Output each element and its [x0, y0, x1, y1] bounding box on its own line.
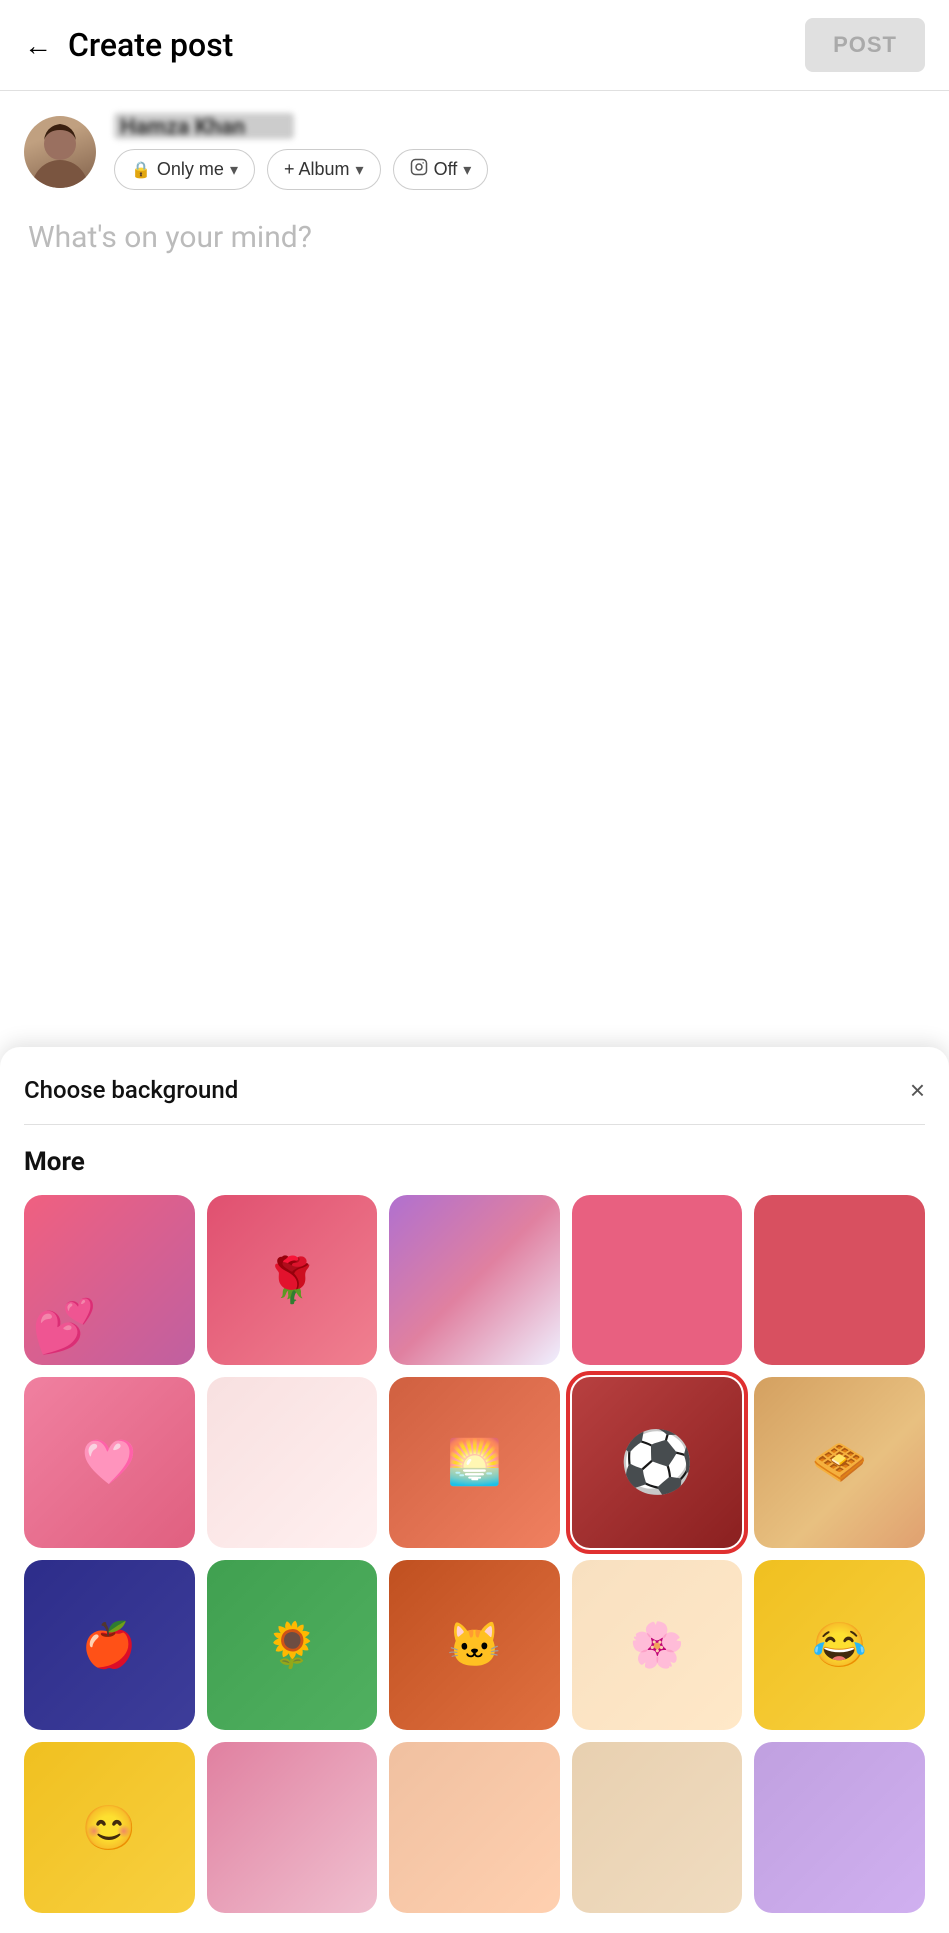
bg-emoji-soccer: ⚽ — [620, 1427, 695, 1498]
album-chevron-icon: ▾ — [356, 160, 364, 180]
back-button[interactable]: ← — [24, 29, 52, 62]
background-item-peach[interactable] — [389, 1742, 560, 1913]
panel-title: Choose background — [24, 1076, 238, 1104]
user-row: Hamza Khan 🔒 Only me ▾ + Album ▾ — [0, 91, 949, 200]
app-header: ← Create post POST — [0, 0, 949, 91]
background-item-stripes[interactable] — [389, 1195, 560, 1366]
background-item-laughing[interactable]: 😂 — [754, 1560, 925, 1731]
background-item-apple[interactable]: 🍎 — [24, 1560, 195, 1731]
background-item-sunset[interactable]: 🌅 — [389, 1377, 560, 1548]
background-item-hearts[interactable]: 💕 — [24, 1195, 195, 1366]
background-grid: 💕 🌹 🩷 🌅 ⚽ 🧇 🍎 🌻 🐱 🌸 😂 😊 — [24, 1195, 925, 1933]
bg-emoji-laughing: 😂 — [812, 1619, 867, 1671]
instagram-button[interactable]: Off ▾ — [393, 149, 489, 190]
background-item-smile[interactable]: 😊 — [24, 1742, 195, 1913]
bg-emoji-floral: 🌸 — [630, 1619, 685, 1671]
privacy-button[interactable]: 🔒 Only me ▾ — [114, 149, 255, 190]
bg-emoji-sunset: 🌅 — [447, 1436, 502, 1488]
bg-emoji-cat: 🐱 — [447, 1619, 502, 1671]
background-item-floral[interactable]: 🌸 — [572, 1560, 743, 1731]
bg-emoji-rose: 🌹 — [264, 1254, 319, 1306]
background-item-purple-swirl[interactable] — [754, 1742, 925, 1913]
avatar-svg — [24, 116, 96, 188]
bg-emoji-yellow-flower: 🌻 — [264, 1619, 319, 1671]
instagram-icon — [410, 158, 428, 181]
user-name: Hamza Khan — [114, 113, 294, 139]
bg-emoji-pink-heart2: 🩷 — [82, 1436, 137, 1488]
bg-emoji-tan-waffle: 🧇 — [812, 1436, 867, 1488]
instagram-label: Off — [434, 159, 458, 180]
background-item-cat[interactable]: 🐱 — [389, 1560, 560, 1731]
user-meta: Hamza Khan 🔒 Only me ▾ + Album ▾ — [114, 113, 488, 190]
lock-icon: 🔒 — [131, 160, 151, 180]
background-item-rose[interactable]: 🌹 — [207, 1195, 378, 1366]
background-item-soccer[interactable]: ⚽ — [572, 1377, 743, 1548]
album-label: + Album — [284, 159, 350, 180]
background-item-pink-heart2[interactable]: 🩷 — [24, 1377, 195, 1548]
album-button[interactable]: + Album ▾ — [267, 149, 381, 190]
background-item-light-pink[interactable] — [207, 1377, 378, 1548]
background-item-yellow-flower[interactable]: 🌻 — [207, 1560, 378, 1731]
tag-row: 🔒 Only me ▾ + Album ▾ Off ▾ — [114, 149, 488, 190]
background-item-coral-plain[interactable] — [754, 1195, 925, 1366]
bg-emoji-apple: 🍎 — [82, 1619, 137, 1671]
avatar — [24, 116, 96, 188]
bg-emoji-hearts: 💕 — [32, 1296, 97, 1357]
privacy-label: Only me — [157, 159, 224, 180]
bg-emoji-smile: 😊 — [82, 1802, 137, 1854]
background-item-tan-waffle[interactable]: 🧇 — [754, 1377, 925, 1548]
section-label: More — [24, 1147, 925, 1177]
header-left: ← Create post — [24, 26, 233, 64]
background-item-wheat[interactable] — [572, 1742, 743, 1913]
page-title: Create post — [68, 26, 233, 64]
panel-header: Choose background × — [24, 1075, 925, 1106]
instagram-chevron-icon: ▾ — [463, 160, 471, 180]
post-input[interactable]: What's on your mind? — [0, 200, 949, 520]
background-panel: Choose background × More 💕 🌹 🩷 🌅 ⚽ 🧇 🍎 🌻 🐱 🌸 😂 😊 — [0, 1047, 949, 1933]
chevron-down-icon: ▾ — [230, 160, 238, 180]
avatar-image — [24, 116, 96, 188]
background-item-pink-grad[interactable] — [207, 1742, 378, 1913]
post-button[interactable]: POST — [805, 18, 925, 72]
panel-divider — [24, 1124, 925, 1125]
close-button[interactable]: × — [910, 1075, 925, 1106]
background-item-pink-plain[interactable] — [572, 1195, 743, 1366]
